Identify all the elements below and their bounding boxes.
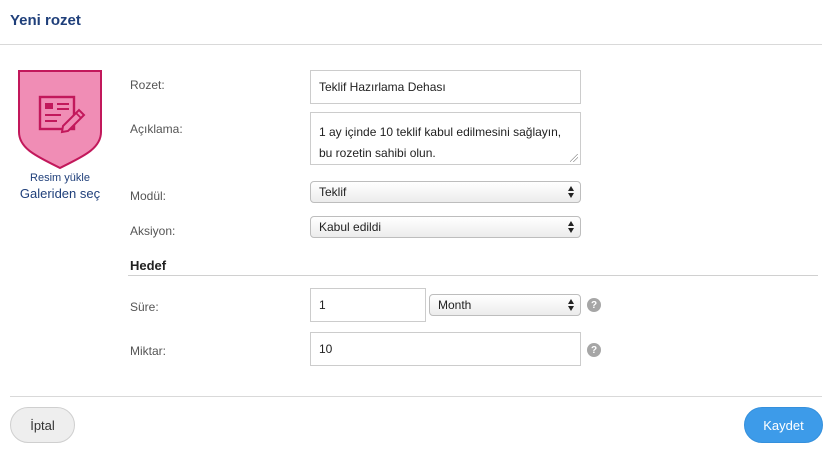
duration-unit-select[interactable]: Month: [429, 294, 581, 316]
shield-badge: [18, 70, 102, 170]
badge-name-value: Teklif Hazırlama Dehası: [319, 80, 446, 94]
amount-value: 10: [319, 342, 333, 356]
duration-help-icon[interactable]: ?: [587, 298, 601, 312]
duration-value: 1: [319, 298, 326, 312]
select-arrows-icon: [568, 220, 575, 234]
action-label: Aksiyon:: [130, 224, 176, 238]
duration-label: Süre:: [130, 300, 159, 314]
header-divider: [0, 44, 822, 45]
duration-unit-selected: Month: [438, 298, 472, 312]
page-title: Yeni rozet: [10, 12, 81, 29]
amount-help-icon[interactable]: ?: [587, 343, 601, 357]
badge-name-input[interactable]: Teklif Hazırlama Dehası: [310, 70, 581, 104]
cancel-button[interactable]: İptal: [10, 407, 75, 443]
module-label: Modül:: [130, 189, 167, 203]
goal-divider: [128, 275, 818, 276]
amount-label: Miktar:: [130, 344, 166, 358]
module-select[interactable]: Teklif: [310, 181, 581, 203]
footer-divider: [10, 396, 822, 397]
description-line-1: 1 ay içinde 10 teklif kabul edilmesini s…: [319, 125, 562, 139]
description-label: Açıklama:: [130, 122, 183, 136]
module-selected: Teklif: [319, 185, 347, 199]
select-arrows-icon: [568, 298, 575, 312]
duration-input[interactable]: 1: [310, 288, 426, 322]
amount-input[interactable]: 10: [310, 332, 581, 366]
choose-from-gallery-link[interactable]: Galeriden seç: [0, 186, 120, 201]
goal-section-title: Hedef: [130, 258, 167, 273]
badge-name-label: Rozet:: [130, 78, 165, 92]
action-select[interactable]: Kabul edildi: [310, 216, 581, 238]
badge-image[interactable]: [17, 70, 103, 170]
resize-grip-icon[interactable]: [570, 154, 578, 162]
action-selected: Kabul edildi: [319, 220, 382, 234]
save-button[interactable]: Kaydet: [744, 407, 823, 443]
select-arrows-icon: [568, 185, 575, 199]
description-textarea[interactable]: 1 ay içinde 10 teklif kabul edilmesini s…: [310, 112, 581, 165]
upload-image-link[interactable]: Resim yükle: [0, 172, 120, 184]
description-line-2: bu rozetin sahibi olun.: [319, 146, 436, 160]
